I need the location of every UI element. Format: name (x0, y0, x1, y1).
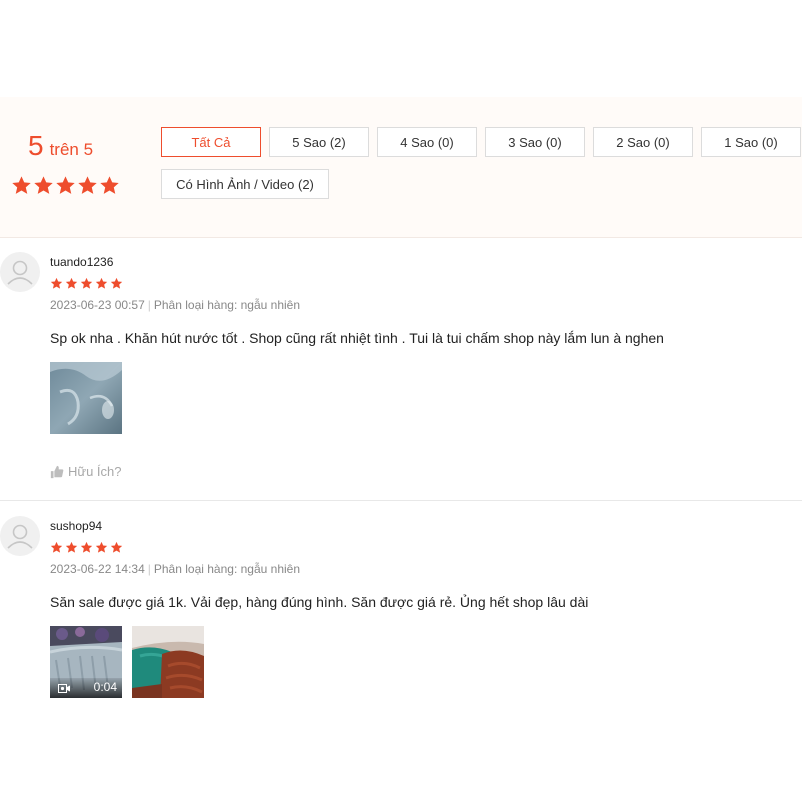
score-value: 5 (28, 130, 44, 161)
review-video-thumbnail[interactable]: 0:04 (50, 626, 122, 698)
star-icon (65, 541, 78, 553)
star-icon (12, 176, 31, 194)
video-camera-icon (58, 684, 70, 693)
user-placeholder-icon (7, 524, 33, 549)
review-content: Sp ok nha . Khăn hút nước tốt . Shop cũn… (50, 330, 664, 346)
star-icon (80, 541, 93, 553)
star-icon (95, 541, 108, 553)
user-placeholder-icon (7, 260, 33, 285)
rating-summary-panel: 5 trên 5 Tất Cả 5 Sao (2) 4 Sao (0) 3 Sao… (0, 97, 802, 238)
thumbs-up-icon (50, 465, 64, 478)
star-icon (65, 277, 78, 289)
filter-4-star-button[interactable]: 4 Sao (0) (377, 127, 477, 157)
review-username[interactable]: tuando1236 (50, 255, 113, 269)
review-content: Săn sale được giá 1k. Vải đẹp, hàng đúng… (50, 594, 589, 610)
helpful-label: Hữu Ích? (68, 464, 122, 479)
avatar[interactable] (0, 252, 40, 292)
review-stars (50, 277, 123, 290)
review-datetime: 2023-06-23 00:57 (50, 298, 145, 312)
star-icon (34, 176, 53, 194)
video-duration: 0:04 (93, 680, 117, 694)
review-meta: 2023-06-23 00:57 | Phân loại hàng: ngẫu nh… (50, 298, 300, 312)
review-image-thumbnail[interactable] (132, 626, 204, 698)
star-icon (110, 541, 123, 553)
review-photo (50, 362, 122, 434)
avatar[interactable] (0, 516, 40, 556)
meta-separator: | (147, 298, 151, 312)
filter-2-star-button[interactable]: 2 Sao (0) (593, 127, 693, 157)
review-stars (50, 541, 123, 554)
review-username[interactable]: sushop94 (50, 519, 102, 533)
star-icon (78, 176, 97, 194)
overall-stars (11, 175, 120, 196)
star-icon (50, 277, 63, 289)
star-icon (80, 277, 93, 289)
overall-score: 5 trên 5 (28, 130, 93, 162)
review-datetime: 2023-06-22 14:34 (50, 562, 145, 576)
star-icon (56, 176, 75, 194)
review-variant: Phân loại hàng: ngẫu nhiên (153, 562, 301, 576)
star-icon (95, 277, 108, 289)
filter-3-star-button[interactable]: 3 Sao (0) (485, 127, 585, 157)
review-image-thumbnail[interactable] (50, 362, 122, 434)
review-divider (0, 500, 802, 501)
review-meta: 2023-06-22 14:34 | Phân loại hàng: ngẫu nh… (50, 562, 300, 576)
filter-all-button[interactable]: Tất Cả (161, 127, 261, 157)
review-variant: Phân loại hàng: ngẫu nhiên (153, 298, 301, 312)
filter-with-media-button[interactable]: Có Hình Ảnh / Video (2) (161, 169, 329, 199)
star-icon (110, 277, 123, 289)
review-photo (132, 626, 204, 698)
score-suffix: trên 5 (49, 140, 94, 159)
meta-separator: | (147, 562, 151, 576)
star-icon (100, 176, 119, 194)
filter-1-star-button[interactable]: 1 Sao (0) (701, 127, 801, 157)
filter-5-star-button[interactable]: 5 Sao (2) (269, 127, 369, 157)
star-icon (50, 541, 63, 553)
video-overlay: 0:04 (50, 678, 122, 698)
helpful-button[interactable]: Hữu Ích? (50, 464, 122, 479)
